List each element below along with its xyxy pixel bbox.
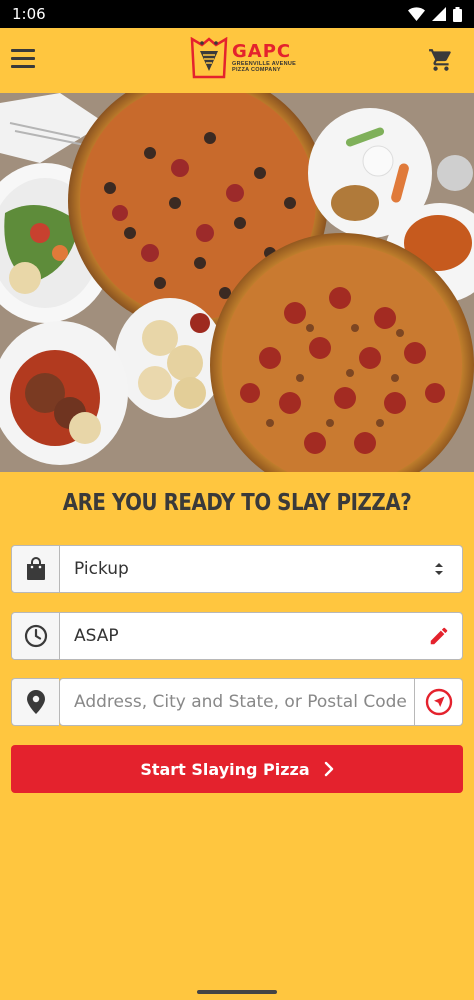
hamburger-menu-icon[interactable] <box>11 49 35 71</box>
page-headline: ARE YOU READY TO SLAY PIZZA? <box>62 490 412 516</box>
edit-time-button[interactable] <box>416 613 462 659</box>
pizza-spread-photo <box>0 93 474 472</box>
status-time: 1:06 <box>12 5 46 23</box>
clock-icon <box>24 624 47 648</box>
logo-emblem-icon <box>190 37 228 79</box>
cta-label: Start Slaying Pizza <box>140 759 310 779</box>
start-slaying-pizza-button[interactable]: Start Slaying Pizza <box>11 745 463 793</box>
wifi-icon <box>408 7 425 21</box>
hero-image <box>0 93 474 472</box>
locate-me-icon <box>425 688 452 716</box>
logo-subtitle-line2: PIZZA COMPANY <box>232 67 281 73</box>
order-type-value: Pickup <box>74 559 129 579</box>
address-field <box>11 678 463 726</box>
app-header: GAPC GREENVILLE AVENUE PIZZA COMPANY <box>0 28 474 93</box>
address-icon-box <box>11 678 59 726</box>
time-select[interactable]: ASAP <box>11 612 463 660</box>
time-value: ASAP <box>74 626 119 646</box>
time-icon-box <box>12 613 60 659</box>
shopping-bag-icon <box>26 557 45 580</box>
system-nav-bar <box>0 980 474 1000</box>
status-bar: 1:06 <box>0 0 474 28</box>
select-arrows-icon <box>435 563 443 575</box>
locate-me-button[interactable] <box>415 678 463 726</box>
home-indicator[interactable] <box>197 990 277 994</box>
status-icons <box>408 6 462 22</box>
address-input-wrap <box>59 678 415 726</box>
chevron-right-icon <box>324 761 333 777</box>
battery-icon <box>453 6 462 22</box>
cart-icon <box>429 49 451 71</box>
location-pin-icon <box>26 690 45 714</box>
order-type-dropdown[interactable] <box>416 546 462 592</box>
edit-pencil-icon <box>430 627 448 645</box>
logo-text: GAPC GREENVILLE AVENUE PIZZA COMPANY <box>232 40 296 74</box>
order-type-icon-box <box>12 546 60 592</box>
address-input[interactable] <box>60 679 414 725</box>
logo-name: GAPC <box>232 40 292 62</box>
signal-icon <box>432 7 446 21</box>
logo: GAPC GREENVILLE AVENUE PIZZA COMPANY <box>190 37 296 79</box>
order-type-select[interactable]: Pickup <box>11 545 463 593</box>
cart-button[interactable] <box>428 47 454 78</box>
